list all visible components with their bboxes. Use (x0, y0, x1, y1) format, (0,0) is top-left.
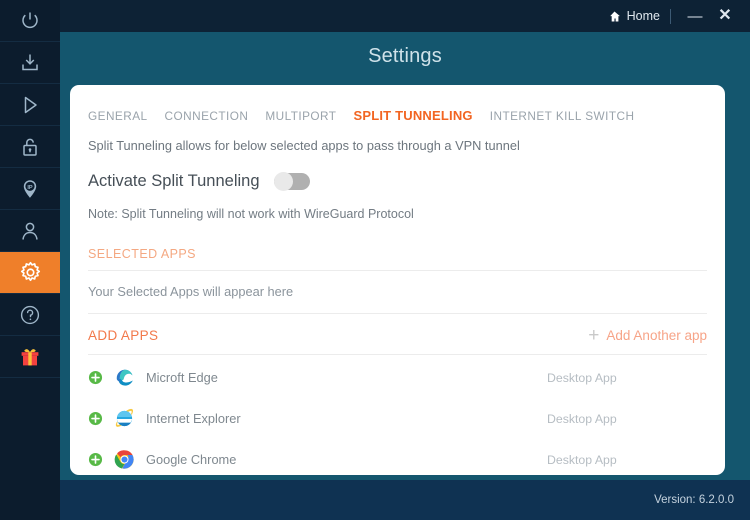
split-tunneling-description: Split Tunneling allows for below selecte… (88, 138, 520, 153)
add-app-button[interactable] (88, 411, 114, 426)
settings-panel: GENERAL CONNECTION MULTIPORT SPLIT TUNNE… (70, 85, 725, 475)
activate-split-tunneling-row: Activate Split Tunneling (88, 172, 707, 191)
unlock-icon (23, 138, 37, 156)
tab-split-tunneling[interactable]: SPLIT TUNNELING (353, 108, 472, 123)
gift-icon (21, 348, 39, 365)
user-icon (22, 222, 38, 240)
activate-split-tunneling-toggle[interactable] (273, 172, 310, 191)
table-row[interactable]: Internet Explorer Desktop App (88, 398, 707, 439)
ie-icon (114, 408, 146, 429)
green-plus-icon (88, 411, 103, 426)
sidebar-item-download[interactable] (0, 42, 60, 84)
sidebar-item-ip[interactable]: IP (0, 168, 60, 210)
tab-multiport[interactable]: MULTIPORT (265, 109, 336, 123)
table-row[interactable]: Google Chrome Desktop App (88, 439, 707, 475)
minimize-button[interactable]: — (684, 5, 706, 27)
play-icon (24, 96, 37, 113)
selected-apps-heading: SELECTED APPS (88, 247, 196, 261)
tab-connection[interactable]: CONNECTION (165, 109, 249, 123)
selected-apps-divider (88, 270, 707, 271)
plus-icon: + (588, 325, 600, 346)
download-icon (22, 54, 38, 70)
sidebar-item-user[interactable] (0, 210, 60, 252)
add-app-button[interactable] (88, 452, 114, 467)
add-apps-row: ADD APPS + Add Another app (88, 326, 707, 345)
sidebar-item-gift[interactable] (0, 336, 60, 378)
home-button[interactable]: Home (608, 9, 660, 23)
help-icon (20, 305, 40, 324)
close-button[interactable]: ✕ (714, 5, 736, 27)
sidebar-item-power[interactable] (0, 0, 60, 42)
page-title: Settings (368, 44, 442, 67)
add-apps-heading: ADD APPS (88, 328, 159, 343)
table-row[interactable]: Microft Edge Desktop App (88, 357, 707, 398)
power-icon (22, 12, 38, 28)
footer: Version: 6.2.0.0 (60, 480, 750, 520)
tab-internet-kill-switch[interactable]: INTERNET KILL SWITCH (490, 109, 635, 123)
gear-icon (20, 261, 40, 282)
sidebar: IP (0, 0, 60, 520)
app-name: Internet Explorer (146, 411, 241, 426)
sidebar-item-settings[interactable] (0, 252, 60, 294)
version-label: Version: 6.2.0.0 (654, 494, 734, 506)
sidebar-item-play[interactable] (0, 84, 60, 126)
sidebar-item-help[interactable] (0, 294, 60, 336)
settings-tabs: GENERAL CONNECTION MULTIPORT SPLIT TUNNE… (88, 85, 707, 123)
green-plus-icon (88, 452, 103, 467)
activate-label: Activate Split Tunneling (88, 172, 260, 190)
title-bar: Home — ✕ (60, 0, 750, 32)
selected-apps-placeholder: Your Selected Apps will appear here (88, 284, 294, 299)
home-icon (609, 11, 620, 21)
add-apps-divider (88, 354, 707, 355)
app-window: IP Home — ✕ Settings GENERAL CONNECTION … (0, 0, 750, 520)
app-type: Desktop App (547, 370, 617, 385)
add-app-button[interactable] (88, 370, 114, 385)
app-name: Google Chrome (146, 452, 237, 467)
page-header: Settings (60, 32, 750, 80)
app-type: Desktop App (547, 452, 617, 467)
edge-icon (114, 367, 146, 388)
add-another-app-label: Add Another app (606, 328, 707, 343)
ip-pin-icon: IP (23, 179, 37, 198)
green-plus-icon (88, 370, 103, 385)
home-label: Home (626, 9, 660, 23)
app-type: Desktop App (547, 411, 617, 426)
chrome-icon (114, 449, 146, 470)
titlebar-divider (670, 8, 671, 24)
toggle-knob (273, 172, 293, 191)
wireguard-note: Note: Split Tunneling will not work with… (88, 207, 414, 221)
app-name: Microft Edge (146, 370, 218, 385)
svg-text:IP: IP (27, 184, 33, 190)
sidebar-item-unlock[interactable] (0, 126, 60, 168)
tab-general[interactable]: GENERAL (88, 109, 148, 123)
placeholder-divider (88, 313, 707, 314)
add-another-app-button[interactable]: + Add Another app (588, 326, 707, 345)
app-list: Microft Edge Desktop App Internet Explor… (88, 357, 707, 475)
